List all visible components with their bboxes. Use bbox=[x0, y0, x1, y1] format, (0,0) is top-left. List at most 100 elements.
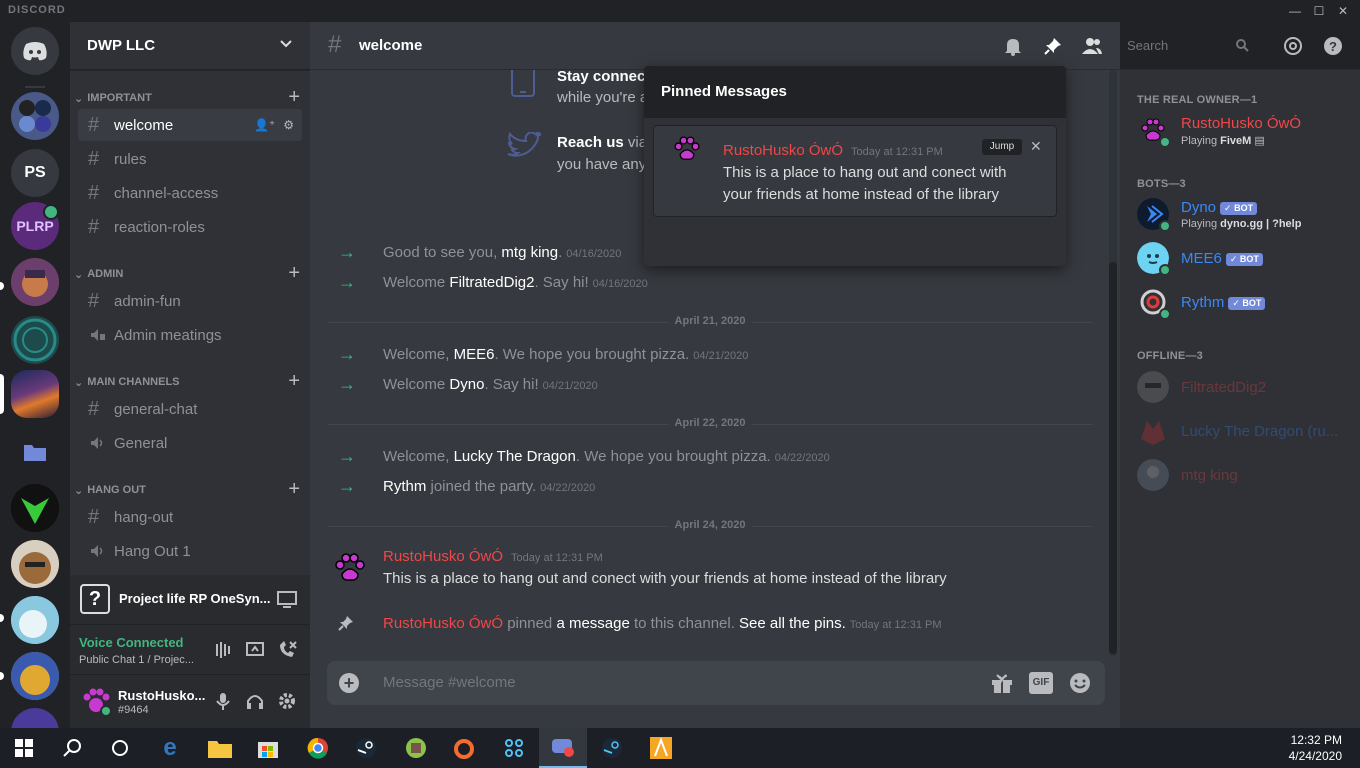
message-input-placeholder[interactable]: Message #welcome bbox=[383, 674, 516, 691]
start-windows-icon[interactable] bbox=[0, 728, 48, 768]
minecraft-icon[interactable] bbox=[392, 728, 440, 768]
system-clock[interactable]: 12:32 PM 4/24/2020 bbox=[1289, 732, 1342, 764]
member-item-owner[interactable]: RustoHusko ÓwÓ Playing FiveM ▤ bbox=[1120, 108, 1360, 152]
screen-share-icon[interactable] bbox=[277, 591, 297, 609]
store-icon[interactable] bbox=[244, 728, 292, 768]
server-alien-icon[interactable] bbox=[11, 484, 59, 532]
channel-admin-fun[interactable]: # admin-fun bbox=[78, 285, 302, 317]
edge-icon[interactable]: e bbox=[146, 728, 194, 768]
close-icon[interactable]: ✕ bbox=[1331, 2, 1355, 20]
discord-taskbar-icon[interactable] bbox=[539, 728, 587, 768]
settings-gear-icon[interactable] bbox=[277, 691, 297, 711]
see-all-pins-link[interactable]: See all the pins. bbox=[739, 615, 846, 632]
member-item-offline[interactable]: Lucky The Dragon (ru... bbox=[1120, 409, 1360, 453]
guild-header[interactable]: DWP LLC bbox=[70, 22, 310, 70]
gift-icon[interactable] bbox=[990, 672, 1014, 694]
app-orange-icon[interactable] bbox=[637, 728, 685, 768]
jump-button[interactable]: Jump bbox=[982, 139, 1022, 155]
username-link[interactable]: MEE6 bbox=[454, 346, 495, 363]
folder-icon[interactable] bbox=[11, 428, 59, 476]
dm-avatar-ps[interactable]: PS bbox=[11, 149, 59, 197]
add-channel-icon[interactable]: + bbox=[288, 371, 300, 391]
unpin-close-icon[interactable]: ✕ bbox=[1030, 138, 1042, 155]
member-item-offline[interactable]: FiltratedDig2 bbox=[1120, 365, 1360, 409]
channel-label: admin-fun bbox=[114, 292, 181, 310]
pinned-author[interactable]: RustoHusko ÓwÓ Today at 12:31 PM bbox=[723, 142, 943, 159]
member-item-mee6[interactable]: MEE6 ✓ BOT bbox=[1120, 236, 1360, 280]
channel-general-chat[interactable]: # general-chat bbox=[78, 393, 302, 425]
message-author[interactable]: RustoHusko ÓwÓ bbox=[383, 615, 503, 632]
user-avatar[interactable] bbox=[80, 685, 112, 717]
gif-button[interactable]: GIF bbox=[1029, 672, 1053, 694]
username-link[interactable]: mtg king bbox=[501, 244, 558, 261]
origin-icon[interactable] bbox=[440, 728, 488, 768]
add-channel-icon[interactable]: + bbox=[288, 263, 300, 283]
maximize-icon[interactable]: ☐ bbox=[1307, 2, 1331, 20]
add-channel-icon[interactable]: + bbox=[288, 87, 300, 107]
channel-channel-access[interactable]: # channel-access bbox=[78, 177, 302, 209]
channel-rules[interactable]: # rules bbox=[78, 143, 302, 175]
channel-admin-meatings[interactable]: Admin meatings bbox=[78, 319, 302, 351]
notification-bell-icon[interactable] bbox=[1003, 36, 1023, 56]
home-discord-icon[interactable] bbox=[11, 27, 59, 75]
invite-icon[interactable]: 👤⁺ bbox=[254, 118, 275, 132]
chrome-icon[interactable] bbox=[294, 728, 342, 768]
username-link[interactable]: Dyno bbox=[449, 376, 484, 393]
server-dwp-llc-icon[interactable] bbox=[11, 370, 59, 418]
message-author[interactable]: RustoHusko ÓwÓ Today at 12:31 PM bbox=[383, 548, 603, 565]
member-item-rythm[interactable]: Rythm ✓ BOT bbox=[1120, 280, 1360, 324]
search-icon[interactable] bbox=[48, 728, 96, 768]
channel-hang-out-1[interactable]: Hang Out 1 bbox=[78, 535, 302, 567]
channel-hang-out[interactable]: # hang-out bbox=[78, 501, 302, 533]
server-dog-icon[interactable] bbox=[11, 540, 59, 588]
gear-icon[interactable]: ⚙ bbox=[283, 118, 294, 132]
channel-reaction-roles[interactable]: # reaction-roles bbox=[78, 211, 302, 243]
scrollbar-thumb[interactable] bbox=[1109, 262, 1117, 654]
emoji-icon[interactable] bbox=[1068, 672, 1092, 694]
cortana-icon[interactable] bbox=[96, 728, 144, 768]
server-circle-icon[interactable] bbox=[11, 316, 59, 364]
file-explorer-icon[interactable] bbox=[196, 728, 244, 768]
server-partial-icon[interactable] bbox=[11, 708, 59, 728]
channel-welcome[interactable]: # welcome 👤⁺ ⚙ bbox=[78, 109, 302, 141]
app-icon[interactable] bbox=[490, 728, 538, 768]
pinned-message-card[interactable]: RustoHusko ÓwÓ Today at 12:31 PM Jump ✕ T… bbox=[653, 125, 1057, 217]
headphones-icon[interactable] bbox=[245, 691, 265, 711]
upload-plus-icon[interactable]: + bbox=[339, 673, 359, 693]
server-folder-icon[interactable] bbox=[11, 92, 59, 140]
pin-icon[interactable] bbox=[1043, 36, 1063, 56]
search-input[interactable]: Search bbox=[1121, 33, 1255, 57]
member-list-icon[interactable] bbox=[1082, 36, 1102, 56]
disconnect-call-icon[interactable] bbox=[277, 640, 297, 660]
message-scrollbar[interactable] bbox=[1109, 70, 1117, 656]
chevron-down-icon[interactable] bbox=[278, 36, 294, 52]
server-dragon-icon[interactable] bbox=[11, 596, 59, 644]
steam-icon[interactable] bbox=[342, 728, 390, 768]
category-important[interactable]: ⌄ IMPORTANT + bbox=[74, 87, 300, 107]
mentions-icon[interactable] bbox=[1283, 36, 1303, 56]
member-item-offline[interactable]: mtg king bbox=[1120, 453, 1360, 497]
voice-channel-name[interactable]: Public Chat 1 / Projec... bbox=[79, 654, 194, 666]
date-divider: April 24, 2020 bbox=[327, 519, 1093, 531]
member-item-dyno[interactable]: Dyno ✓ BOT Playing dyno.gg | ?help bbox=[1120, 192, 1360, 236]
category-admin[interactable]: ⌄ ADMIN + bbox=[74, 263, 300, 283]
noise-icon[interactable] bbox=[213, 640, 233, 660]
category-main-channels[interactable]: ⌄ MAIN CHANNELS + bbox=[74, 371, 300, 391]
username-link[interactable]: Lucky The Dragon bbox=[454, 448, 576, 465]
minimize-icon[interactable]: — bbox=[1283, 2, 1307, 20]
pinned-message-link[interactable]: a message bbox=[556, 615, 629, 632]
video-share-icon[interactable] bbox=[245, 640, 265, 660]
help-icon[interactable]: ? bbox=[1323, 36, 1343, 56]
steam-icon[interactable] bbox=[588, 728, 636, 768]
server-fox-icon[interactable] bbox=[11, 652, 59, 700]
channel-general-voice[interactable]: General bbox=[78, 427, 302, 459]
server-avatar-icon[interactable] bbox=[11, 258, 59, 306]
activity-panel[interactable]: ? Project life RP OneSyn... bbox=[70, 575, 310, 625]
microphone-icon[interactable] bbox=[213, 691, 233, 711]
message-composer[interactable]: + Message #welcome GIF bbox=[327, 661, 1105, 705]
category-hang-out[interactable]: ⌄ HANG OUT + bbox=[74, 479, 300, 499]
username-link[interactable]: Rythm bbox=[383, 478, 426, 495]
paw-avatar-icon[interactable] bbox=[330, 548, 370, 588]
username-link[interactable]: FiltratedDig2 bbox=[449, 274, 534, 291]
add-channel-icon[interactable]: + bbox=[288, 479, 300, 499]
